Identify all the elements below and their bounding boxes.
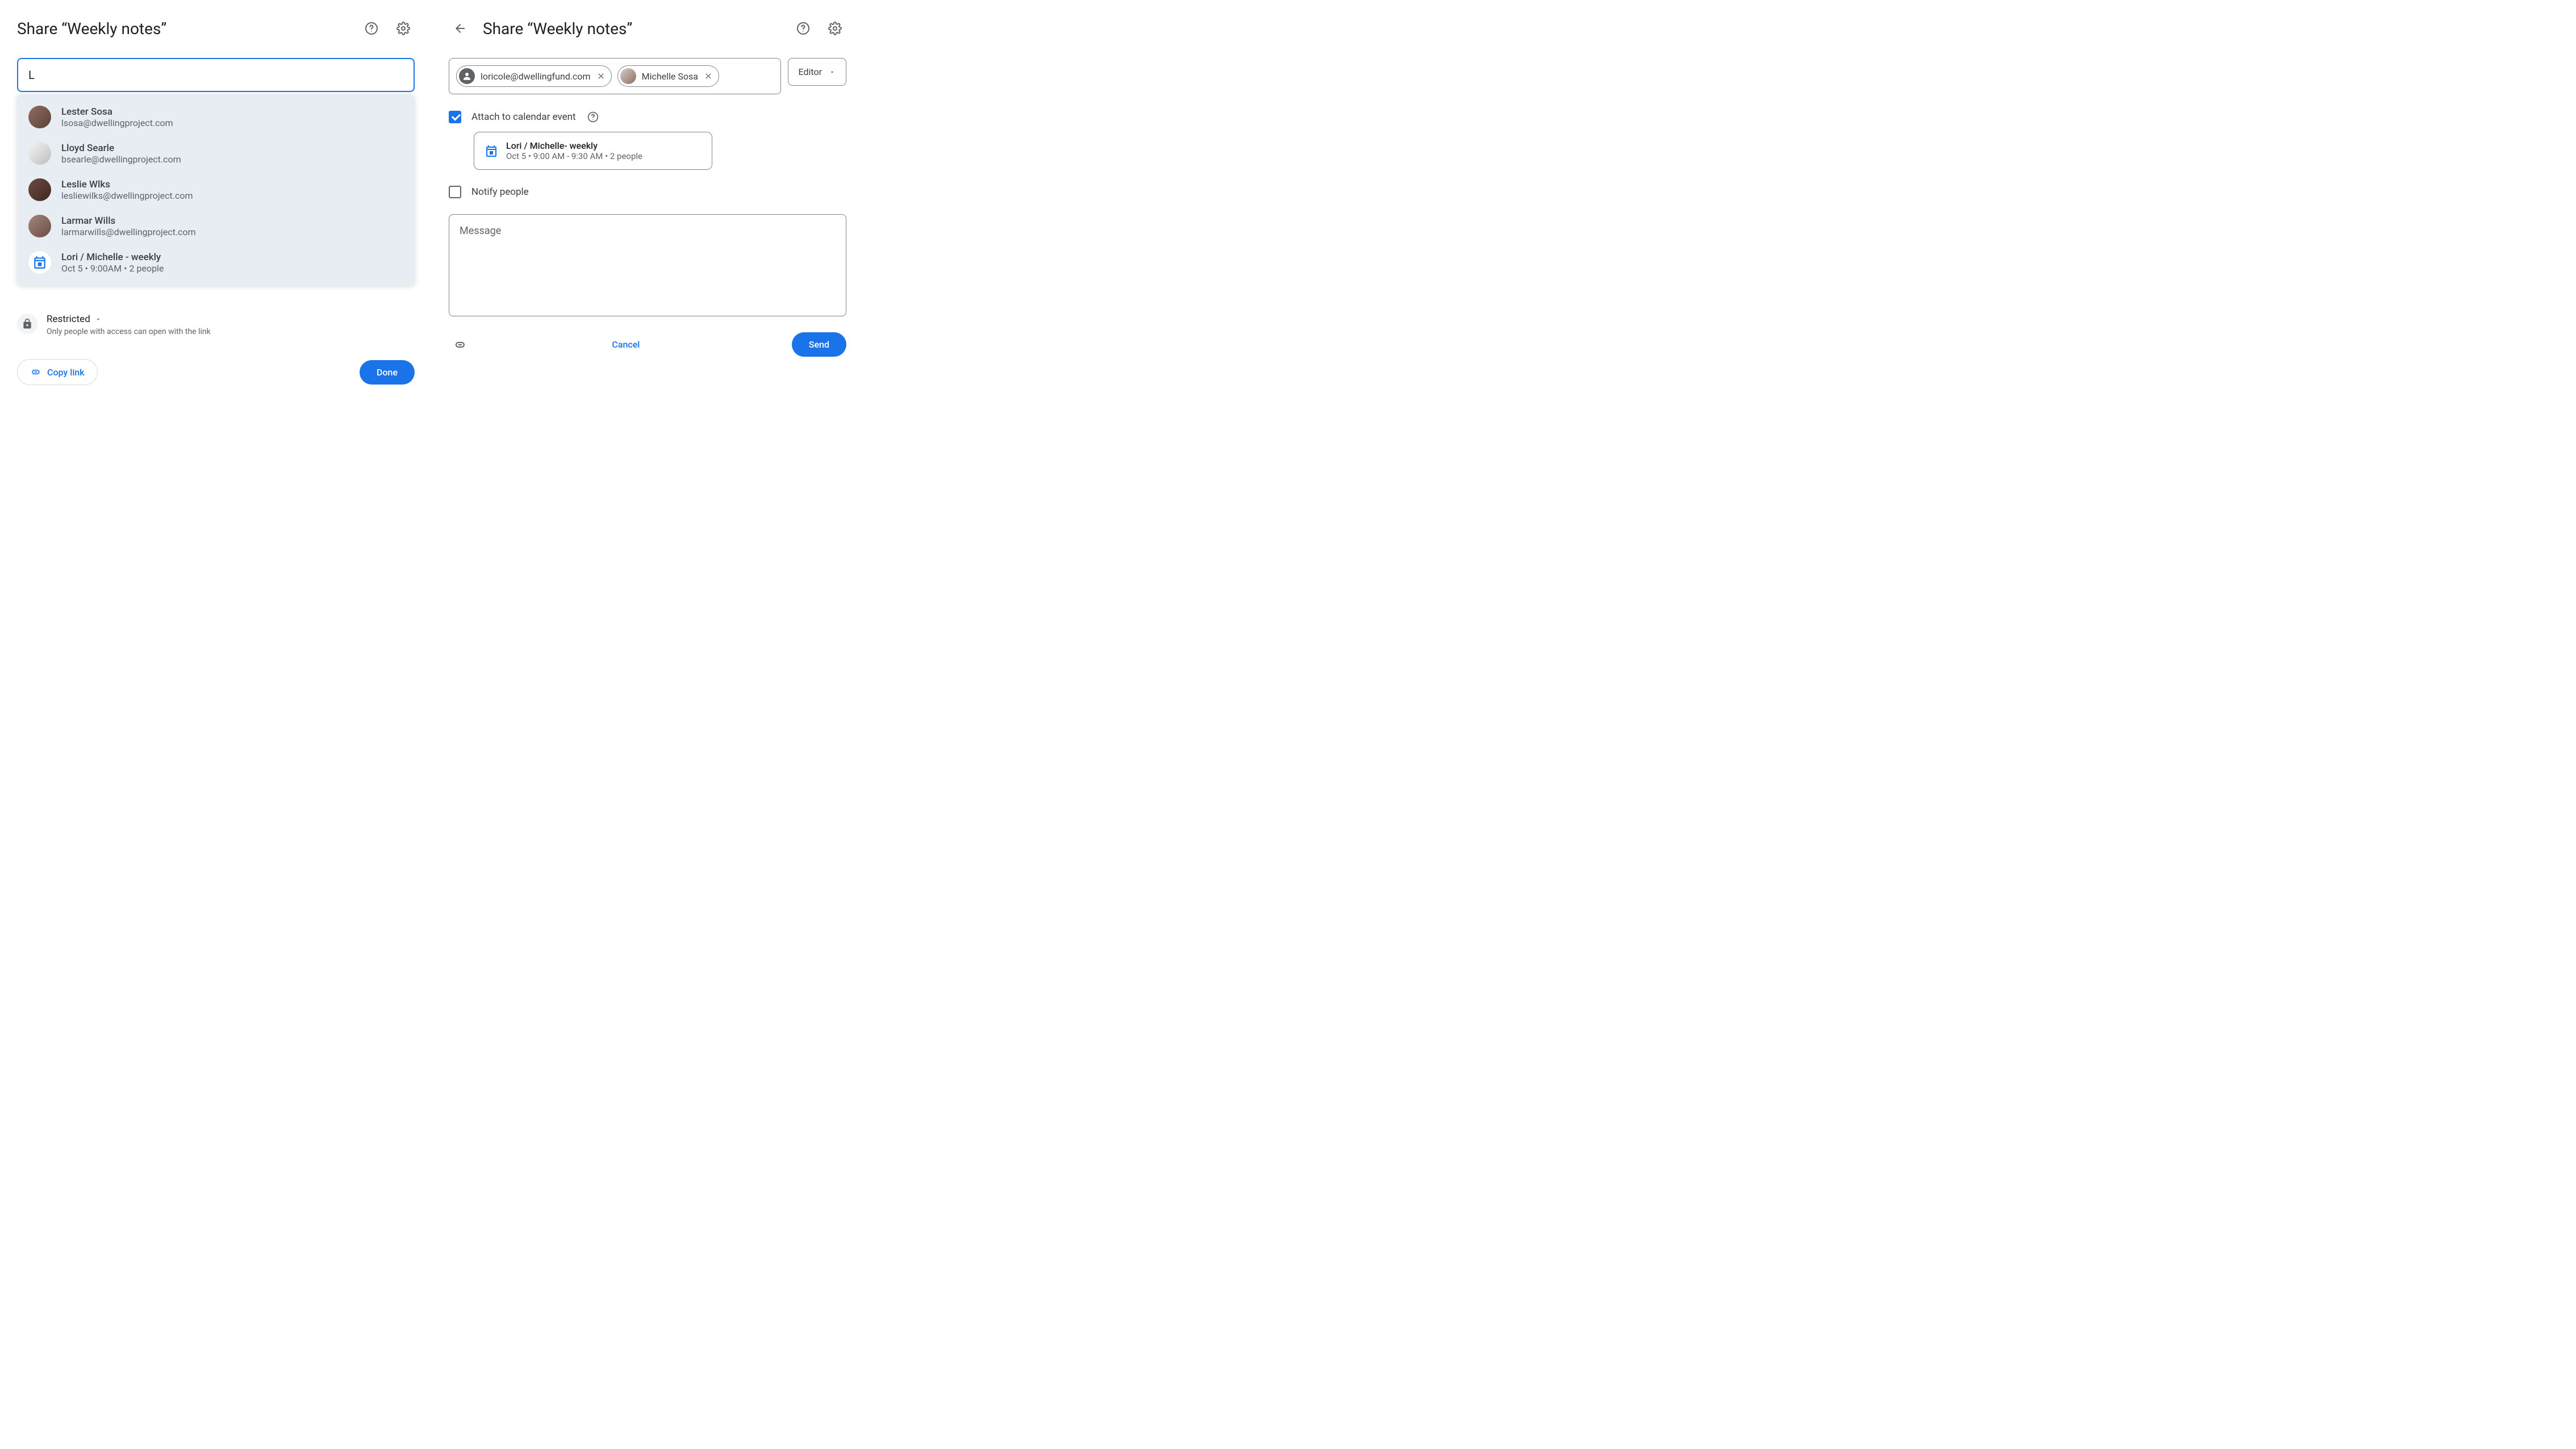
copy-link-button[interactable]: Copy link [17,359,98,385]
avatar [28,178,51,201]
dialog-footer: Cancel Send [449,332,846,357]
avatar [28,106,51,128]
suggestion-email: larmarwills@dwellingproject.com [61,227,196,237]
person-icon [459,68,475,84]
suggestion-person[interactable]: Larmar Wills larmarwills@dwellingproject… [17,208,415,244]
suggestion-person[interactable]: Leslie Wlks lesliewilks@dwellingproject.… [17,172,415,208]
event-title: Lori / Michelle- weekly [506,140,642,151]
avatar [620,68,636,84]
share-dialog-search-state: Share “Weekly notes” Lester Sosa lsosa@d… [17,17,415,385]
cancel-button[interactable]: Cancel [603,332,649,357]
chip-label: loricole@dwellingfund.com [481,71,591,82]
suggestion-email: bsearle@dwellingproject.com [61,154,181,165]
suggestion-email: lesliewilks@dwellingproject.com [61,190,193,201]
message-textarea[interactable]: Message [449,214,846,316]
notify-people-label: Notify people [471,186,529,198]
send-button[interactable]: Send [792,332,846,357]
gear-icon[interactable] [392,17,415,40]
dialog-footer: Copy link Done [17,359,415,385]
dialog-header: Share “Weekly notes” [17,17,415,40]
avatar [28,142,51,165]
recipient-chip[interactable]: Michelle Sosa [617,65,719,87]
back-arrow-icon[interactable] [449,17,471,40]
attach-calendar-label: Attach to calendar event [471,111,576,123]
calendar-event-card[interactable]: Lori / Michelle- weekly Oct 5 • 9:00 AM … [474,132,712,170]
attach-calendar-checkbox[interactable] [449,111,461,123]
recipients-input[interactable]: loricole@dwellingfund.com Michelle Sosa [449,58,781,94]
recipient-chip[interactable]: loricole@dwellingfund.com [456,65,612,87]
calendar-icon [485,144,498,158]
suggestion-name: Larmar Wills [61,215,196,227]
suggestion-calendar-event[interactable]: Lori / Michelle - weekly Oct 5 • 9:00AM … [17,244,415,281]
chip-label: Michelle Sosa [642,71,698,82]
general-access-section: Restricted Only people with access can o… [17,314,415,336]
link-icon [30,366,41,378]
suggestion-name: Leslie Wlks [61,179,193,190]
event-subtitle: Oct 5 • 9:00AM • 2 people [61,263,164,274]
gear-icon[interactable] [824,17,846,40]
suggestion-name: Lester Sosa [61,106,173,118]
role-select[interactable]: Editor [788,58,846,86]
help-icon[interactable] [792,17,815,40]
attach-calendar-row: Attach to calendar event [449,110,846,124]
suggestion-person[interactable]: Lester Sosa lsosa@dwellingproject.com [17,99,415,135]
remove-chip-icon[interactable] [704,72,713,81]
access-level-label: Restricted [47,314,90,325]
message-placeholder: Message [460,225,501,237]
dialog-title: Share “Weekly notes” [17,19,351,38]
suggestion-person[interactable]: Lloyd Searle bsearle@dwellingproject.com [17,135,415,172]
copy-link-label: Copy link [47,367,85,378]
avatar [28,215,51,237]
role-label: Editor [799,66,822,77]
notify-people-row: Notify people [449,186,846,198]
people-search-input[interactable] [17,58,415,92]
copy-link-icon[interactable] [449,333,471,356]
autocomplete-dropdown: Lester Sosa lsosa@dwellingproject.com Ll… [17,94,415,285]
dialog-title: Share “Weekly notes” [483,19,783,38]
remove-chip-icon[interactable] [596,72,606,81]
notify-people-checkbox[interactable] [449,186,461,198]
calendar-icon [28,251,51,274]
dialog-header: Share “Weekly notes” [449,17,846,40]
chevron-down-icon [829,69,836,76]
lock-icon [17,314,37,334]
access-level-select[interactable]: Restricted [47,314,415,325]
chevron-down-icon [95,316,102,323]
access-level-description: Only people with access can open with th… [47,327,415,336]
done-button[interactable]: Done [360,360,415,385]
share-dialog-send-state: Share “Weekly notes” loricole@dwellingfu… [449,17,846,385]
event-title: Lori / Michelle - weekly [61,252,164,263]
help-icon[interactable] [586,110,600,124]
recipients-row: loricole@dwellingfund.com Michelle Sosa … [449,58,846,94]
help-icon[interactable] [360,17,383,40]
event-subtitle: Oct 5 • 9:00 AM - 9:30 AM • 2 people [506,151,642,161]
suggestion-email: lsosa@dwellingproject.com [61,118,173,128]
suggestion-name: Lloyd Searle [61,143,181,154]
